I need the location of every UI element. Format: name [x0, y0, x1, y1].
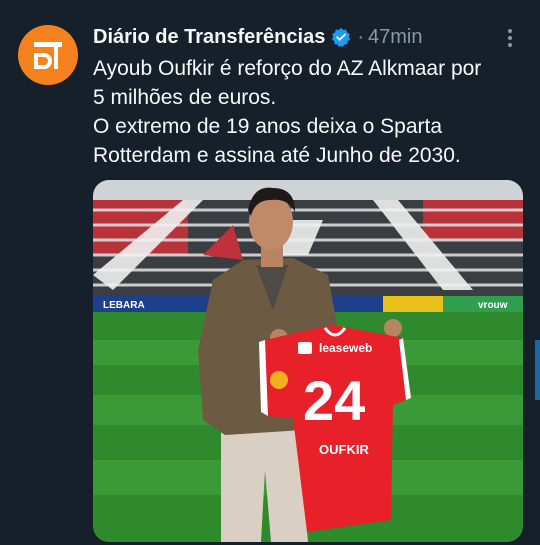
- author-name[interactable]: Diário de Transferências: [93, 26, 325, 49]
- ad-board-text-right: vrouw: [478, 300, 508, 311]
- tweet-photo[interactable]: LEBARA vrouw leaseweb 24 OUFKIR: [93, 180, 523, 542]
- separator-dot: ·: [357, 25, 364, 48]
- shirt-name: OUFKIR: [319, 442, 369, 457]
- scroll-indicator: [535, 340, 540, 400]
- tweet-header: Diário de Transferências · 47min: [93, 22, 422, 52]
- shirt-number: 24: [303, 369, 365, 432]
- shirt-sponsor: leaseweb: [319, 341, 372, 355]
- tweet-text-line: 5 milhões de euros.: [93, 86, 277, 109]
- ad-board-text-left: LEBARA: [103, 300, 145, 311]
- tweet-text-line: Rotterdam e assina até Junho de 2030.: [93, 144, 461, 167]
- shirt-badge: [270, 371, 288, 389]
- avatar-logo-icon: [34, 42, 62, 69]
- verified-badge-icon: [331, 27, 351, 47]
- tweet[interactable]: Diário de Transferências · 47min Ayoub O…: [0, 0, 540, 545]
- timestamp[interactable]: 47min: [368, 26, 422, 49]
- tweet-text-line: O extremo de 19 anos deixa o Sparta: [93, 115, 443, 138]
- player-photo: LEBARA vrouw leaseweb 24 OUFKIR: [93, 180, 523, 542]
- author-avatar[interactable]: [18, 25, 78, 85]
- tweet-text-line: Ayoub Oufkir é reforço do AZ Alkmaar por: [93, 57, 482, 80]
- more-options-icon[interactable]: [500, 26, 520, 50]
- tweet-text: Ayoub Oufkir é reforço do AZ Alkmaar por…: [93, 54, 533, 170]
